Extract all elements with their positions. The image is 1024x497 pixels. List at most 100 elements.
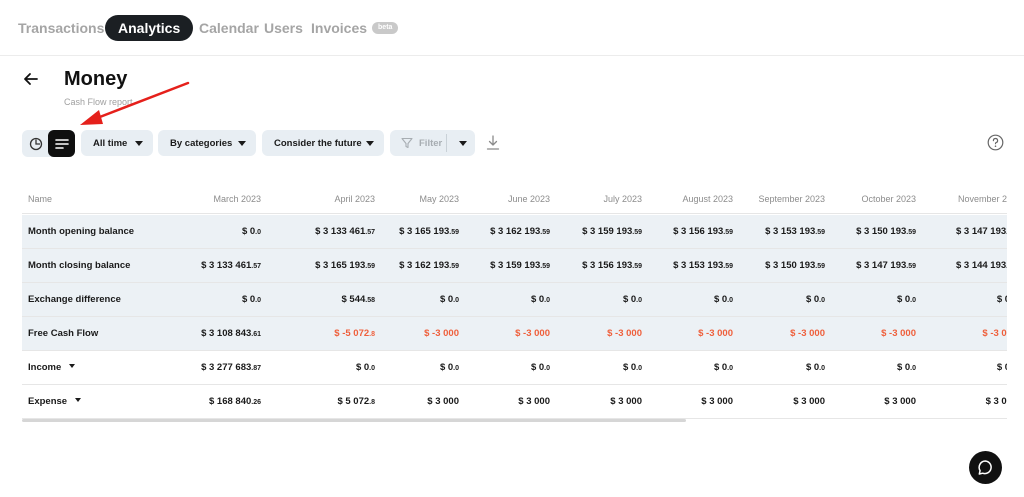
table-cell: $ 0.0 — [806, 351, 916, 385]
list-view-button[interactable] — [48, 130, 75, 157]
table-cell: $ 3 147 193.5 — [902, 215, 1007, 249]
table-cell: $ 3 108 843.61 — [151, 317, 261, 351]
grouping-dropdown[interactable]: By categories — [158, 130, 256, 156]
cell-value: $ 3 108 843 — [201, 328, 252, 339]
page-title: Money — [64, 68, 128, 90]
back-button[interactable] — [22, 70, 40, 88]
nav-tab-analytics[interactable]: Analytics — [105, 15, 194, 41]
period-dropdown[interactable]: All time — [81, 130, 153, 156]
expand-caret-icon[interactable] — [75, 398, 82, 403]
table-cell: $ 0. — [902, 283, 1007, 317]
cash-flow-table: Name March 2023 April 2023 May 2023 June 202… — [22, 186, 1007, 419]
table-row[interactable]: Income $ 3 277 683.87 $ 0.0 $ 0.0 $ 0.0 $ 0.0… — [22, 351, 1007, 385]
expand-caret-icon[interactable] — [69, 364, 76, 369]
view-toggle — [22, 130, 75, 157]
beta-badge: beta — [372, 22, 399, 35]
cell-decimals: .5 — [1006, 263, 1007, 270]
table-cell: $ 0.0 — [151, 215, 261, 249]
cell-decimals: .0 — [255, 229, 261, 236]
table-header-row: Name March 2023 April 2023 May 2023 June 202… — [22, 186, 1007, 214]
row-name[interactable]: Expense — [28, 385, 82, 419]
cell-decimals: .57 — [251, 263, 261, 270]
filter-icon — [401, 137, 413, 149]
table-row[interactable]: Expense $ 168 840.26 $ 5 072.8 $ 3 000 $ 3 0… — [22, 385, 1007, 419]
filter-button[interactable]: Filter — [390, 130, 475, 156]
chevron-down-icon — [366, 141, 374, 146]
nav-tab-calendar[interactable]: Calendar — [199, 20, 259, 36]
table-cell: $ 3 00 — [902, 385, 1007, 419]
row-name: Free Cash Flow — [28, 317, 98, 351]
help-circle-icon — [987, 134, 1004, 151]
chart-view-button[interactable] — [22, 130, 49, 157]
chevron-down-icon — [238, 141, 246, 146]
cell-decimals: .87 — [251, 365, 261, 372]
table-row: Free Cash Flow $ 3 108 843.61 $ -5 072.8 $ … — [22, 317, 1007, 351]
table-row: Month closing balance $ 3 133 461.57 $ 3 1… — [22, 249, 1007, 283]
row-name-label: Free Cash Flow — [28, 328, 99, 339]
column-header: November 20 — [957, 194, 1007, 204]
download-icon — [486, 135, 500, 150]
cell-value: $ 3 133 461 — [201, 260, 252, 271]
filter-divider — [446, 134, 447, 152]
nav-tab-users[interactable]: Users — [264, 20, 303, 36]
cell-value: $ 3 277 683 — [201, 362, 252, 373]
row-name-label: Month opening balance — [28, 226, 135, 237]
table-cell: $ 0.0 — [151, 283, 261, 317]
grouping-dropdown-label: By categories — [170, 137, 233, 149]
future-dropdown-label: Consider the future — [274, 137, 362, 149]
page-subtitle: Cash Flow report — [64, 97, 133, 107]
table-cell: $ 168 840.26 — [151, 385, 261, 419]
cell-value: $ 3 147 193 — [955, 226, 1007, 237]
column-header: October 2023 — [861, 194, 916, 204]
table-cell: $ -3 000 — [806, 317, 916, 351]
cell-decimals: .26 — [251, 399, 261, 406]
cell-value: $ 3 00 — [985, 396, 1007, 407]
arrow-left-icon — [24, 73, 38, 85]
cell-value: $ 0 — [241, 226, 256, 237]
nav-tab-transactions[interactable]: Transactions — [18, 20, 104, 36]
column-header: March 2023 — [213, 194, 261, 204]
cell-value: $ 3 147 193 — [856, 260, 907, 271]
row-name-label: Exchange difference — [28, 294, 121, 305]
filter-label: Filter — [419, 138, 443, 149]
table-row: Month opening balance $ 0.0 $ 3 133 461.57… — [22, 215, 1007, 249]
column-header-name: Name — [28, 194, 53, 204]
cell-value: $ 3 144 193 — [955, 260, 1007, 271]
table-row: Exchange difference $ 0.0 $ 544.58 $ 0.0 $ 0… — [22, 283, 1007, 317]
cell-value: $ 168 840 — [209, 396, 252, 407]
cell-value: $ -3 00 — [982, 328, 1007, 339]
chat-button[interactable] — [969, 451, 1002, 484]
table-cell: $ 3 150 193.59 — [806, 215, 916, 249]
row-name: Exchange difference — [28, 283, 121, 317]
help-button[interactable] — [987, 134, 1004, 156]
top-nav: Transactions Analytics Calendar Users In… — [0, 0, 1024, 56]
download-button[interactable] — [486, 135, 500, 156]
chevron-down-icon[interactable] — [459, 141, 467, 146]
horizontal-scrollbar[interactable] — [22, 419, 686, 422]
row-name-label: Expense — [28, 396, 68, 407]
cell-value: $ 3 150 193 — [856, 226, 907, 237]
chat-bubble-icon — [978, 460, 992, 475]
row-name-label: Income — [28, 362, 62, 373]
row-name[interactable]: Income — [28, 351, 76, 385]
table-cell: $ 0.0 — [806, 283, 916, 317]
table-cell: $ 3 000 — [806, 385, 916, 419]
future-dropdown[interactable]: Consider the future — [262, 130, 384, 156]
row-name-label: Month closing balance — [28, 260, 131, 271]
row-name: Month opening balance — [28, 215, 134, 249]
list-lines-icon — [54, 138, 69, 149]
cell-value: $ 0 — [996, 294, 1007, 305]
table-cell: $ 3 277 683.87 — [151, 351, 261, 385]
table-cell: $ 3 147 193.59 — [806, 249, 916, 283]
pie-chart-icon — [29, 137, 42, 150]
period-dropdown-label: All time — [93, 137, 128, 149]
nav-tab-invoices-label: Invoices — [311, 20, 368, 36]
cell-decimals: .61 — [251, 331, 261, 338]
nav-tab-invoices[interactable]: Invoices beta — [311, 20, 399, 36]
table-cell: $ 0. — [902, 351, 1007, 385]
row-name: Month closing balance — [28, 249, 130, 283]
table-cell: $ -3 00 — [902, 317, 1007, 351]
table-cell: $ 3 144 193.5 — [902, 249, 1007, 283]
cell-decimals: .5 — [1006, 229, 1007, 236]
table-cell: $ 3 133 461.57 — [151, 249, 261, 283]
